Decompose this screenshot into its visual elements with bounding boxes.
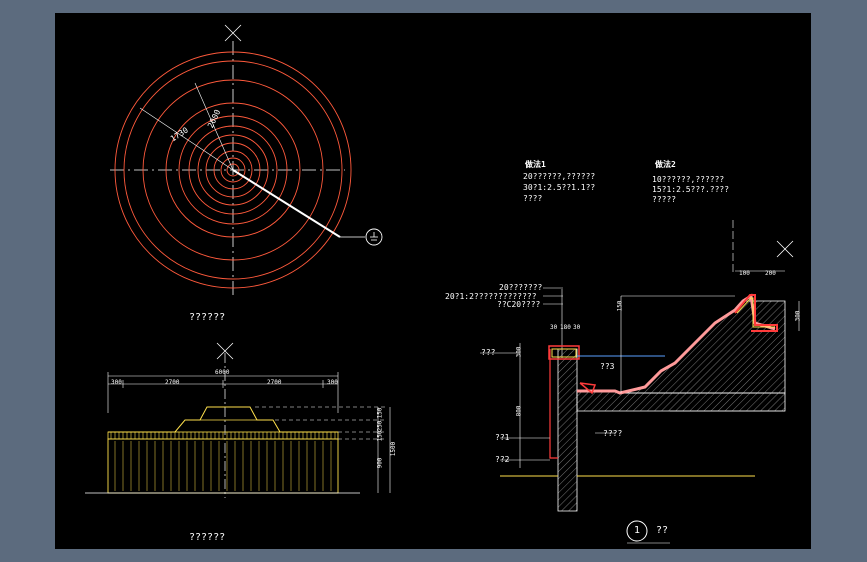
note2-line-3: ?????	[652, 195, 677, 204]
section-small-dim-1: 30	[550, 324, 558, 331]
earth-ground-icon	[365, 228, 383, 246]
section-side-label-1: ???	[481, 348, 496, 357]
elevation-view	[85, 342, 391, 498]
section-top-dim-1: 100	[739, 270, 750, 277]
note1-heading: 做法1	[525, 160, 546, 169]
section-small-dim-3: 30	[573, 324, 581, 331]
section-side-label-2: ??1	[495, 433, 510, 442]
elevation-body	[107, 438, 339, 494]
elevation-dim-1: 300	[111, 379, 122, 386]
section-side-label-3: ??2	[495, 455, 510, 464]
plan-view	[110, 24, 383, 298]
section-inner-label-2: ????	[603, 429, 623, 438]
section-right-dim-2: 150	[616, 300, 624, 312]
note2-line-1: 10??????,??????	[652, 175, 725, 184]
elevation-right-dim-5: 1500	[390, 441, 398, 457]
note2-line-2: 15?1:2.5???.????	[652, 185, 730, 194]
cad-drawing	[85, 24, 800, 544]
note1-line-1: 20??????,??????	[523, 172, 596, 181]
section-left-label-3: ??C20????	[497, 300, 541, 309]
section-vertical-dim-2: 800	[515, 405, 523, 417]
note1-line-3: ????	[523, 194, 543, 203]
elevation-cap-profile	[108, 406, 338, 433]
section-inner-label-1: ??3	[600, 362, 615, 371]
drawing-sheet: 1730 2000 ?????? 300 2700 2700 300 6000 …	[55, 13, 811, 549]
elevation-dim-total: 6000	[215, 369, 230, 376]
note1-line-2: 30?1:2.5??1.1??	[523, 183, 596, 192]
elevation-right-dim-3: 150	[376, 430, 384, 442]
elevation-dim-3: 2700	[267, 379, 282, 386]
section-number: 1	[634, 525, 641, 536]
section-title: ??	[656, 525, 669, 536]
section-axis-marker	[776, 240, 794, 258]
section-steps	[619, 300, 786, 394]
section-left-label-1: 20???????	[499, 283, 543, 292]
section-vertical-dim-1: 300	[515, 346, 523, 358]
elevation-dim-4: 300	[327, 379, 338, 386]
elevation-dim-2: 2700	[165, 379, 180, 386]
plan-axis-marker	[224, 24, 242, 42]
elevation-body-lines	[114, 441, 332, 491]
section-right-dim-1: 300	[794, 310, 802, 322]
section-column	[557, 348, 578, 512]
note2-heading: 做法2	[655, 160, 676, 169]
elevation-right-dim-4: 900	[376, 457, 384, 469]
section-basin-slab	[576, 390, 786, 412]
elevation-right-dim-1: 150	[376, 407, 384, 419]
section-small-dim-2: 180	[560, 324, 571, 331]
plan-view-title: ??????	[189, 312, 226, 323]
section-top-dim-2: 200	[765, 270, 776, 277]
section-view	[480, 220, 800, 544]
elevation-view-title: ??????	[189, 532, 226, 543]
elevation-band-ticks	[110, 432, 336, 439]
section-waterproof-layer	[549, 349, 558, 459]
